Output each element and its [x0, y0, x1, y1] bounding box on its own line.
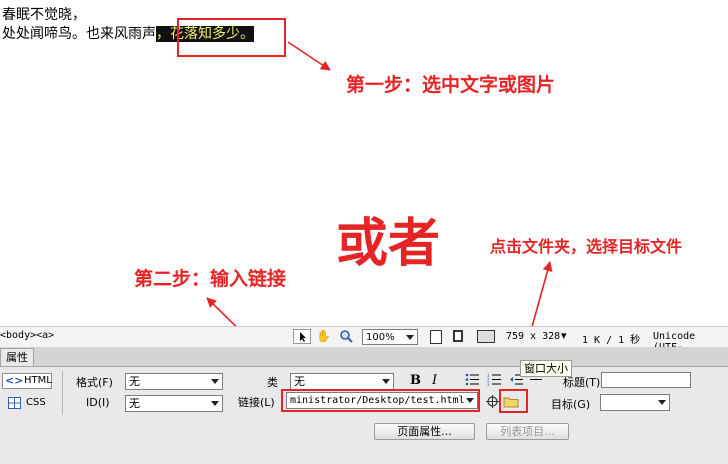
format-label: 格式(F): [76, 376, 113, 389]
tablet-size-icon[interactable]: [453, 330, 463, 342]
id-label: ID(I): [86, 396, 110, 409]
link-label: 链接(L): [238, 396, 275, 409]
file-size-readout: 1 K / 1 秒: [582, 335, 641, 346]
panel-tab-bar: 属性: [0, 347, 728, 367]
css-mode-button[interactable]: CSS: [2, 395, 52, 411]
window-size-tooltip: 窗口大小: [520, 360, 572, 377]
chevron-down-icon[interactable]: ▾: [561, 329, 567, 342]
link-highlight-box: [281, 389, 480, 412]
select-tool-icon[interactable]: [293, 329, 311, 344]
divider: [62, 371, 63, 415]
class-label: 类: [267, 376, 278, 389]
folder-highlight-box: [499, 389, 528, 413]
svg-text:3: 3: [487, 382, 490, 386]
target-select[interactable]: [600, 394, 670, 411]
zoom-tool-icon[interactable]: [339, 329, 353, 346]
list-items-button[interactable]: 列表项目...: [486, 423, 569, 440]
properties-panel: 属性 <> HTML CSS 格式(F) 无 类 无 B I 123 标题(T)…: [0, 347, 728, 464]
target-label: 目标(G): [551, 398, 591, 411]
status-bar: <body><a> ✋ 100% 759 x 328 ▾ 1 K / 1 秒 U…: [0, 326, 728, 353]
desktop-size-icon[interactable]: [477, 330, 495, 343]
class-select[interactable]: 无: [290, 373, 394, 390]
page-properties-button[interactable]: 页面属性...: [374, 423, 475, 440]
hand-tool-icon[interactable]: ✋: [316, 329, 331, 343]
format-select[interactable]: 无: [125, 373, 223, 390]
point-to-file-icon[interactable]: [486, 395, 499, 411]
tag-selector[interactable]: <body><a>: [0, 330, 54, 341]
id-select[interactable]: 无: [125, 395, 223, 412]
code-icon: <>: [5, 374, 24, 387]
ordered-list-icon[interactable]: 123: [487, 373, 501, 389]
unordered-list-icon[interactable]: [465, 373, 479, 389]
title-input[interactable]: [601, 372, 691, 388]
bold-button[interactable]: B: [410, 373, 421, 388]
arrow-step1: [287, 41, 331, 71]
window-size-readout[interactable]: 759 x 328: [506, 331, 560, 342]
tab-properties[interactable]: 属性: [0, 348, 34, 366]
mobile-size-icon[interactable]: [430, 330, 442, 344]
css-grid-icon: [8, 397, 21, 409]
zoom-select[interactable]: 100%: [362, 329, 418, 345]
html-mode-button[interactable]: <> HTML: [2, 373, 52, 389]
italic-button[interactable]: I: [432, 373, 437, 388]
